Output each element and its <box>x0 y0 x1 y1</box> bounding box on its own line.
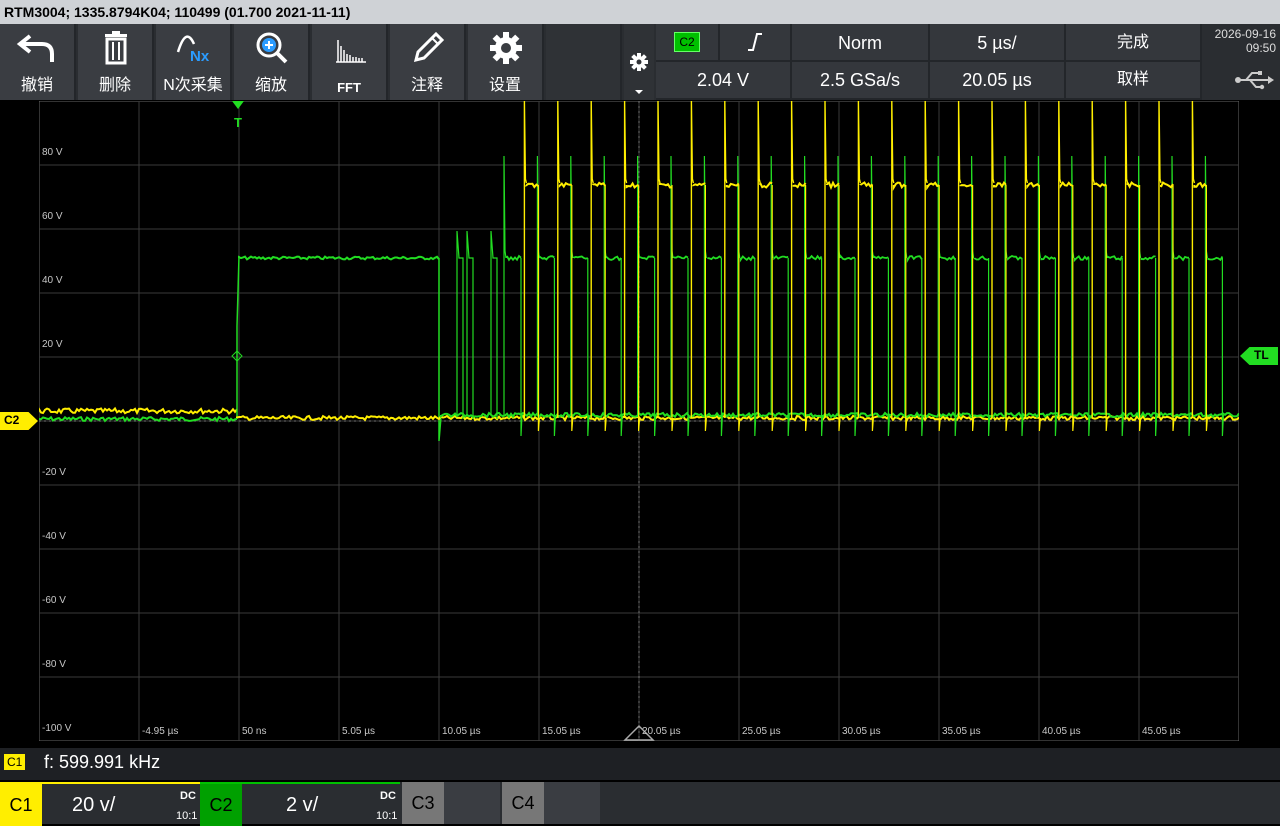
annotate-button[interactable]: 注释 <box>390 24 466 100</box>
channel-bar: C1 20 v/ DC 10:1 C2 2 v/ DC 10:1 C3 C4 <box>0 782 1280 826</box>
usb-icon <box>1235 71 1274 90</box>
gear-icon <box>468 30 542 66</box>
channel-c1-coupling: DC <box>180 790 196 802</box>
channel-c2-coupling: DC <box>380 790 396 802</box>
channel-c3-box[interactable]: C3 <box>402 782 500 824</box>
sample-rate[interactable]: 2.5 GSa/s <box>792 62 930 100</box>
settings-menu-button[interactable] <box>624 24 654 100</box>
y-tick-label: -100 V <box>42 723 72 734</box>
y-tick-label: -60 V <box>42 595 66 606</box>
measurement-bar: C1 f: 599.991 kHz <box>0 748 1280 780</box>
settings-label: 设置 <box>488 77 521 94</box>
n-acquire-button[interactable]: Nx N次采集 <box>156 24 232 100</box>
channel-c1-scale: 20 v/ <box>72 794 116 816</box>
x-tick-label: 15.05 µs <box>542 726 581 737</box>
undo-icon <box>0 30 74 66</box>
y-tick-label: -40 V <box>42 531 66 542</box>
y-tick-label: -20 V <box>42 467 66 478</box>
trigger-level-marker-label: TL <box>1254 348 1269 362</box>
nx-icon-text: Nx <box>190 48 210 65</box>
y-tick-label: 60 V <box>42 211 63 222</box>
channel-ground-marker-label: C2 <box>4 413 20 427</box>
x-tick-label: 25.05 µs <box>742 726 781 737</box>
channel-c4-box[interactable]: C4 <box>502 782 600 824</box>
nx-icon: Nx <box>156 30 230 66</box>
x-tick-label: 20.05 µs <box>642 726 681 737</box>
timebase[interactable]: 5 µs/ <box>930 24 1066 62</box>
fft-icon <box>312 30 386 66</box>
delete-button[interactable]: 删除 <box>78 24 154 100</box>
trigger-marker-label: T <box>234 115 242 130</box>
acq-status-top[interactable]: 完成 <box>1066 24 1202 62</box>
x-tick-label: 35.05 µs <box>942 726 981 737</box>
date-time: 2026-09-16 09:50 <box>1204 24 1280 100</box>
y-tick-label: 40 V <box>42 275 63 286</box>
measure-channel-tag[interactable]: C1 <box>4 754 26 770</box>
x-tick-label: 50 ns <box>242 726 267 737</box>
small-gear-icon <box>630 53 648 94</box>
x-tick-label: 40.05 µs <box>1042 726 1081 737</box>
n-acquire-label: N次采集 <box>163 77 223 94</box>
y-tick-label: 80 V <box>42 147 63 158</box>
x-tick-label: -4.95 µs <box>142 726 179 737</box>
time: 09:50 <box>1245 41 1276 55</box>
trash-icon <box>78 30 152 66</box>
channel-c3-tag: C3 <box>402 782 444 824</box>
waveform-display[interactable] <box>39 101 1239 741</box>
toolbar: 撤销 删除 Nx N次采集 缩放 FFT 注释 设置 C2 Norm 5 µs/… <box>0 24 1280 100</box>
x-tick-label: 10.05 µs <box>442 726 481 737</box>
trigger-source: C2 <box>674 32 700 52</box>
zoom-label: 缩放 <box>254 77 287 94</box>
channel-c4-tag: C4 <box>502 782 544 824</box>
x-tick-label: 5.05 µs <box>342 726 376 737</box>
acq-status-bottom[interactable]: 取样 <box>1066 62 1202 100</box>
window-title: RTM3004; 1335.8794K04; 110499 (01.700 20… <box>0 0 1280 24</box>
trigger-level[interactable]: 2.04 V <box>656 62 792 100</box>
x-tick-label: 45.05 µs <box>1142 726 1181 737</box>
date: 2026-09-16 <box>1214 27 1276 41</box>
undo-button[interactable]: 撤销 <box>0 24 76 100</box>
channel-c1-probe: 10:1 <box>176 810 198 822</box>
channel-c2-scale: 2 v/ <box>286 794 319 816</box>
delete-label: 删除 <box>98 77 131 94</box>
y-tick-label: 20 V <box>42 339 63 350</box>
toolbar-empty-slot <box>546 24 622 100</box>
horizontal-position[interactable]: 20.05 µs <box>930 62 1066 100</box>
zoom-button[interactable]: 缩放 <box>234 24 310 100</box>
channel-c2-probe: 10:1 <box>376 810 398 822</box>
c1-pulse-top <box>959 184 974 188</box>
annotate-label: 注释 <box>410 77 443 94</box>
channel-c1-tag: C1 <box>0 784 42 826</box>
channel-c1-box[interactable]: C1 20 v/ DC 10:1 <box>0 782 200 826</box>
channel-c2-box[interactable]: C2 2 v/ DC 10:1 <box>200 782 400 826</box>
x-tick-label: 30.05 µs <box>842 726 881 737</box>
zoom-icon <box>234 30 308 66</box>
rising-edge-icon <box>748 33 762 51</box>
channel-ground-marker[interactable]: C2 <box>0 412 38 430</box>
channel-c2-tag: C2 <box>200 784 242 826</box>
trigger-source-cell[interactable]: C2 <box>656 24 720 62</box>
frequency-readout: f: 599.991 kHz <box>44 752 161 772</box>
undo-label: 撤销 <box>20 77 53 94</box>
trigger-slope-cell[interactable] <box>720 24 792 62</box>
trigger-mode[interactable]: Norm <box>792 24 930 62</box>
trigger-position-marker[interactable]: T <box>230 100 246 130</box>
settings-button[interactable]: 设置 <box>468 24 544 100</box>
trigger-level-marker[interactable]: TL <box>1240 347 1278 365</box>
c1-pulse-top <box>692 182 706 187</box>
fft-button[interactable]: FFT <box>312 24 388 100</box>
fft-label: FFT <box>337 80 361 95</box>
y-tick-label: -80 V <box>42 659 66 670</box>
pencil-icon <box>390 30 464 66</box>
